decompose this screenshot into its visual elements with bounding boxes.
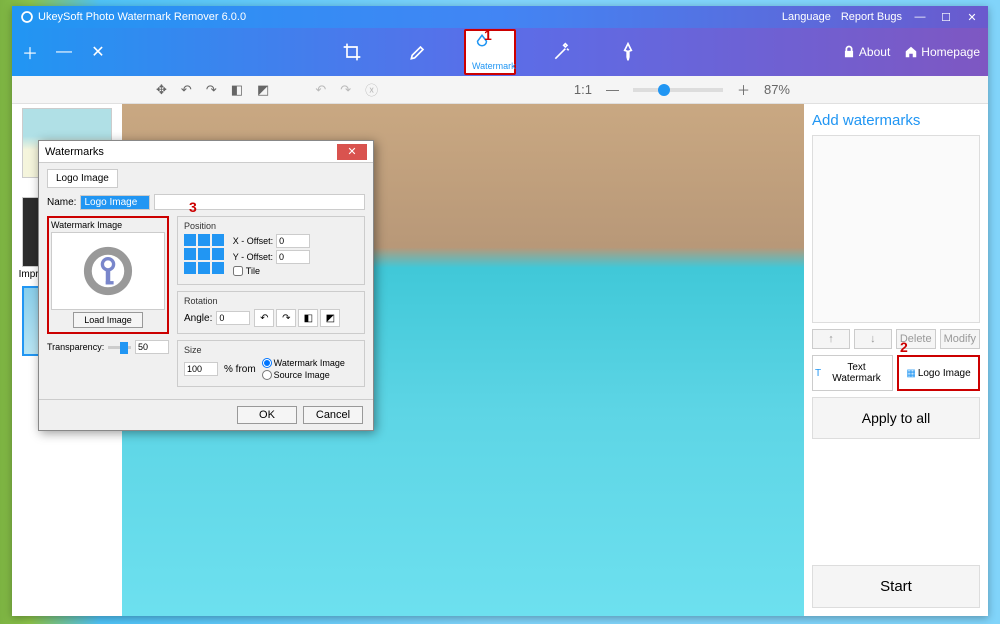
flip-h-icon[interactable]: ◧ xyxy=(231,82,243,98)
tile-checkbox[interactable] xyxy=(233,266,243,276)
cancel-button[interactable]: Cancel xyxy=(303,406,363,424)
edit-toolbar: ✥ ↶ ↷ ◧ ◩ ↶ ↷ ⓧ 1:1 — ＋ 87% xyxy=(12,76,988,104)
position-grid[interactable] xyxy=(184,234,224,274)
key-logo-icon xyxy=(80,243,136,299)
start-button[interactable]: Start xyxy=(812,565,980,608)
move-up-button[interactable]: ↑ xyxy=(812,329,850,349)
logo-image-tab[interactable]: Logo Image xyxy=(47,169,118,188)
annotation-2: 2 xyxy=(900,339,908,355)
minimize-button[interactable]: — xyxy=(912,11,928,23)
zoom-slider[interactable] xyxy=(633,88,723,92)
modify-button[interactable]: Modify xyxy=(940,329,980,349)
watermark-image-group: 3 Watermark Image Load Image xyxy=(47,216,169,334)
app-logo-icon xyxy=(20,10,34,24)
ok-button[interactable]: OK xyxy=(237,406,297,424)
rotate-ccw-icon[interactable]: ↶ xyxy=(254,309,274,327)
rotate-left-icon[interactable]: ↶ xyxy=(181,82,192,98)
y-offset-label: Y - Offset: xyxy=(233,252,273,262)
pin-tool-icon[interactable] xyxy=(608,32,648,72)
wand-tool-icon[interactable] xyxy=(542,32,582,72)
home-icon xyxy=(904,45,918,59)
main-toolbar: ＋ — ✕ Watermark 1 About Homepage xyxy=(12,28,988,76)
size-label: Size xyxy=(184,345,358,355)
clear-icon[interactable]: ✕ xyxy=(88,42,108,62)
undo-icon[interactable]: ↶ xyxy=(315,82,326,98)
rotation-label: Rotation xyxy=(184,296,358,306)
dialog-close-icon[interactable]: ✕ xyxy=(337,144,367,160)
x-offset-input[interactable]: 0 xyxy=(276,234,310,248)
size-source-radio[interactable] xyxy=(262,370,272,380)
watermark-image-label: Watermark Image xyxy=(51,220,165,230)
watermark-preview xyxy=(812,135,980,323)
tile-label: Tile xyxy=(246,266,260,276)
dialog-title-text: Watermarks xyxy=(45,146,104,158)
size-from-label: % from xyxy=(224,364,256,375)
dialog-titlebar[interactable]: Watermarks ✕ xyxy=(39,141,373,163)
reset-icon[interactable]: ⓧ xyxy=(365,80,378,99)
rotation-group: Rotation Angle: 0 ↶ ↷ ◧ ◩ xyxy=(177,291,365,334)
size-group: Size 100 % from Watermark Image Source I… xyxy=(177,340,365,387)
close-button[interactable]: ✕ xyxy=(964,11,980,24)
flip-v-btn-icon[interactable]: ◩ xyxy=(320,309,340,327)
move-icon[interactable]: ✥ xyxy=(156,82,167,98)
app-title: UkeySoft Photo Watermark Remover 6.0.0 xyxy=(38,11,782,23)
panel-title: Add watermarks xyxy=(812,112,980,129)
size-input[interactable]: 100 xyxy=(184,362,218,376)
titlebar: UkeySoft Photo Watermark Remover 6.0.0 L… xyxy=(12,6,988,28)
watermark-image-preview xyxy=(51,232,165,310)
rotate-cw-icon[interactable]: ↷ xyxy=(276,309,296,327)
zoom-in-icon[interactable]: ＋ xyxy=(737,80,750,99)
app-window: UkeySoft Photo Watermark Remover 6.0.0 L… xyxy=(12,6,988,616)
load-image-button[interactable]: Load Image xyxy=(73,312,143,328)
crop-tool-icon[interactable] xyxy=(332,32,372,72)
report-bugs-link[interactable]: Report Bugs xyxy=(841,11,902,23)
language-link[interactable]: Language xyxy=(782,11,831,23)
angle-label: Angle: xyxy=(184,313,212,324)
remove-icon[interactable]: — xyxy=(54,42,74,62)
right-panel: Add watermarks ↑ ↓ Delete Modify TText W… xyxy=(804,104,988,616)
position-group: Position X - Offset:0 Y - Offset:0 Tile xyxy=(177,216,365,285)
lock-icon xyxy=(842,45,856,59)
watermark-tool-label: Watermark xyxy=(472,61,516,71)
move-down-button[interactable]: ↓ xyxy=(854,329,892,349)
zoom-ratio[interactable]: 1:1 xyxy=(574,82,592,97)
transparency-slider[interactable] xyxy=(108,346,131,349)
transparency-label: Transparency: xyxy=(47,342,104,352)
name-label: Name: xyxy=(47,197,76,208)
y-offset-input[interactable]: 0 xyxy=(276,250,310,264)
x-offset-label: X - Offset: xyxy=(233,236,273,246)
name-field-ext[interactable] xyxy=(154,194,365,210)
logo-image-button[interactable]: ▦Logo Image xyxy=(897,355,980,391)
watermarks-dialog: Watermarks ✕ Logo Image Name: 3 Watermar… xyxy=(38,140,374,431)
brush-tool-icon[interactable] xyxy=(398,32,438,72)
add-icon[interactable]: ＋ xyxy=(20,42,40,62)
flip-h-btn-icon[interactable]: ◧ xyxy=(298,309,318,327)
zoom-percent: 87% xyxy=(764,82,790,97)
transparency-value[interactable]: 50 xyxy=(135,340,169,354)
redo-icon[interactable]: ↷ xyxy=(340,82,351,98)
name-input[interactable] xyxy=(80,195,150,210)
maximize-button[interactable]: ☐ xyxy=(938,11,954,24)
position-label: Position xyxy=(184,221,358,231)
homepage-link[interactable]: Homepage xyxy=(904,45,980,59)
text-watermark-button[interactable]: TText Watermark xyxy=(812,355,893,391)
annotation-1: 1 xyxy=(484,27,492,43)
zoom-out-icon[interactable]: — xyxy=(606,82,619,97)
apply-all-button[interactable]: Apply to all xyxy=(812,397,980,439)
flip-v-icon[interactable]: ◩ xyxy=(257,82,269,98)
size-watermark-radio[interactable] xyxy=(262,358,272,368)
annotation-3: 3 xyxy=(189,199,197,215)
rotate-right-icon[interactable]: ↷ xyxy=(206,82,217,98)
about-link[interactable]: About xyxy=(842,45,890,59)
angle-input[interactable]: 0 xyxy=(216,311,250,325)
